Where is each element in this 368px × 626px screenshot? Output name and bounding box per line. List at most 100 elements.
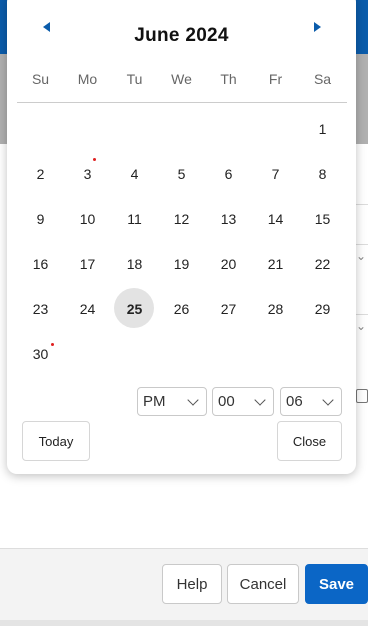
ampm-select[interactable]: PM <box>137 387 207 416</box>
chevron-down-icon[interactable]: ⌄ <box>356 319 366 333</box>
day-cell[interactable]: 16 <box>17 241 64 286</box>
day-number: 5 <box>177 165 186 182</box>
day-cell[interactable]: 23 <box>17 286 64 331</box>
weekday-header: Su Mo Tu We Th Fr Sa <box>17 71 346 87</box>
day-number: 12 <box>173 210 190 227</box>
empty-cell <box>158 106 205 151</box>
month-title: June 2024 <box>134 25 229 46</box>
chevron-down-icon <box>322 394 334 406</box>
day-cell[interactable]: 9 <box>17 196 64 241</box>
calendar-icon[interactable] <box>356 389 368 403</box>
day-number: 10 <box>79 210 96 227</box>
event-dot <box>93 158 96 161</box>
chevron-down-icon[interactable]: ⌄ <box>356 249 366 263</box>
day-number: 8 <box>318 165 327 182</box>
day-number: 23 <box>32 300 49 317</box>
day-cell[interactable]: 30 <box>17 331 64 376</box>
help-button[interactable]: Help <box>162 564 222 604</box>
day-cell[interactable]: 19 <box>158 241 205 286</box>
empty-cell <box>205 106 252 151</box>
today-button[interactable]: Today <box>22 421 90 461</box>
day-cell[interactable]: 28 <box>252 286 299 331</box>
day-cell[interactable]: 4 <box>111 151 158 196</box>
weekday-label: Mo <box>77 71 98 87</box>
day-number: 16 <box>32 255 49 272</box>
day-number: 15 <box>314 210 331 227</box>
day-number: 29 <box>314 300 331 317</box>
day-cell[interactable]: 22 <box>299 241 346 286</box>
day-number: 1 <box>318 120 327 137</box>
day-number: 30 <box>32 345 49 362</box>
day-cell[interactable]: 13 <box>205 196 252 241</box>
day-number: 28 <box>267 300 284 317</box>
day-cell[interactable]: 11 <box>111 196 158 241</box>
day-cell[interactable]: 6 <box>205 151 252 196</box>
weekday-label: We <box>171 71 192 87</box>
empty-cell <box>111 106 158 151</box>
cancel-button[interactable]: Cancel <box>227 564 299 604</box>
weekday-divider <box>17 102 347 103</box>
day-number: 25 <box>126 300 143 317</box>
day-number: 26 <box>173 300 190 317</box>
weekday-label: Su <box>31 71 50 87</box>
day-number: 7 <box>271 165 280 182</box>
day-cell[interactable]: 27 <box>205 286 252 331</box>
empty-cell <box>64 106 111 151</box>
day-number: 9 <box>36 210 45 227</box>
datepicker-popover: June 2024 Su Mo Tu We Th Fr Sa 1 2 3 4 5… <box>7 0 356 474</box>
weekday-label: Tu <box>126 71 143 87</box>
day-cell[interactable]: 21 <box>252 241 299 286</box>
day-number: 27 <box>220 300 237 317</box>
day-cell[interactable]: 8 <box>299 151 346 196</box>
day-number: 22 <box>314 255 331 272</box>
day-cell[interactable]: 5 <box>158 151 205 196</box>
bottom-strip <box>0 620 368 626</box>
save-button[interactable]: Save <box>305 564 368 604</box>
day-number: 19 <box>173 255 190 272</box>
day-number: 20 <box>220 255 237 272</box>
empty-cell <box>252 106 299 151</box>
weekday-label: Fr <box>268 71 283 87</box>
day-cell[interactable]: 15 <box>299 196 346 241</box>
day-number: 2 <box>36 165 45 182</box>
day-number: 3 <box>83 165 92 182</box>
day-number: 6 <box>224 165 233 182</box>
ampm-value: PM <box>143 393 166 410</box>
hour-value: 00 <box>218 393 235 410</box>
weekday-label: Th <box>220 71 237 87</box>
close-button[interactable]: Close <box>277 421 342 461</box>
day-cell[interactable]: 3 <box>64 151 111 196</box>
day-number: 4 <box>130 165 139 182</box>
day-cell[interactable]: 7 <box>252 151 299 196</box>
day-cell[interactable]: 2 <box>17 151 64 196</box>
minute-select[interactable]: 06 <box>280 387 342 416</box>
minute-value: 06 <box>286 393 303 410</box>
day-cell[interactable]: 24 <box>64 286 111 331</box>
chevron-down-icon <box>254 394 266 406</box>
day-cell[interactable]: 12 <box>158 196 205 241</box>
day-number: 17 <box>79 255 96 272</box>
triangle-right-icon <box>313 22 321 32</box>
day-cell[interactable]: 29 <box>299 286 346 331</box>
hour-select[interactable]: 00 <box>212 387 274 416</box>
day-number: 24 <box>79 300 96 317</box>
day-number: 11 <box>127 210 142 227</box>
weekday-label: Sa <box>313 71 332 87</box>
day-cell[interactable]: 17 <box>64 241 111 286</box>
event-dot <box>51 343 54 346</box>
empty-cell <box>17 106 64 151</box>
chevron-down-icon <box>187 394 199 406</box>
day-cell[interactable]: 1 <box>299 106 346 151</box>
day-cell-selected[interactable]: 25 <box>111 286 158 331</box>
day-cell[interactable]: 10 <box>64 196 111 241</box>
day-cell[interactable]: 14 <box>252 196 299 241</box>
day-number: 13 <box>220 210 237 227</box>
day-number: 14 <box>267 210 284 227</box>
day-cell[interactable]: 18 <box>111 241 158 286</box>
day-cell[interactable]: 26 <box>158 286 205 331</box>
day-number: 18 <box>126 255 143 272</box>
day-number: 21 <box>267 255 284 272</box>
day-cell[interactable]: 20 <box>205 241 252 286</box>
day-grid: 1 2 3 4 5 6 7 8 9 10 11 12 13 14 15 16 1… <box>17 106 346 376</box>
next-month-button[interactable] <box>310 20 324 34</box>
